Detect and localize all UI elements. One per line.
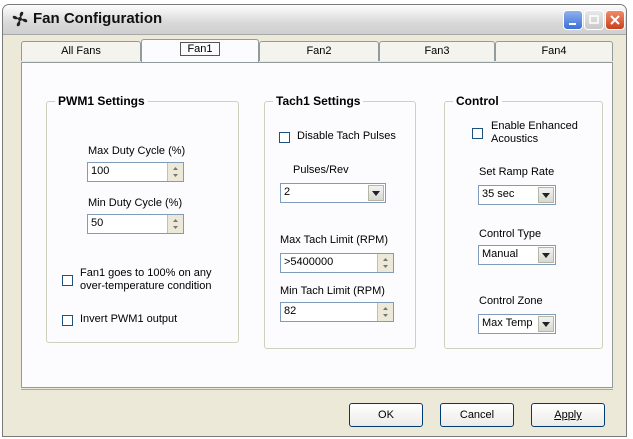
enhanced-acoustics-checkbox[interactable] <box>472 128 483 139</box>
chevron-down-icon[interactable] <box>538 316 554 332</box>
tab-label: Fan1 <box>180 42 220 56</box>
tab-label: All Fans <box>61 45 101 57</box>
tab-label: Fan2 <box>306 45 332 57</box>
max-duty-cycle-value: 100 <box>91 165 110 177</box>
min-tach-limit-value: 82 <box>284 305 297 317</box>
overtemp-label: Fan1 goes to 100% on any <box>80 267 212 279</box>
min-duty-cycle-spinner[interactable]: 50 <box>87 214 184 234</box>
title-bar[interactable]: Fan Configuration <box>3 5 626 35</box>
tab-all-fans[interactable]: All Fans <box>21 41 141 61</box>
spin-arrows-icon[interactable] <box>377 303 393 321</box>
tab-panel-fan1: PWM1 Settings Max Duty Cycle (%) 100 Min… <box>21 62 613 388</box>
invert-pwm-checkbox[interactable] <box>62 315 73 326</box>
maximize-button[interactable] <box>584 10 604 30</box>
divider <box>21 389 613 390</box>
control-zone-select[interactable]: Max Temp <box>478 314 556 334</box>
minimize-icon <box>569 23 576 25</box>
maximize-icon <box>589 15 599 24</box>
control-group: Control Enable Enhanced Acoustics Set Ra… <box>444 94 603 349</box>
apply-button[interactable]: Apply <box>531 403 605 427</box>
tach-settings-title: Tach1 Settings <box>273 94 364 108</box>
disable-tach-checkbox[interactable] <box>279 132 290 143</box>
max-duty-cycle-label: Max Duty Cycle (%) <box>88 145 186 157</box>
tab-strip: All Fans Fan1 Fan2 Fan3 Fan4 <box>21 39 613 63</box>
spin-arrows-icon[interactable] <box>167 163 183 181</box>
fan-configuration-window: Fan Configuration All Fans Fan1 Fan2 Fan… <box>2 4 627 437</box>
pwm-settings-title: PWM1 Settings <box>55 94 148 108</box>
tab-label: Fan3 <box>424 45 450 57</box>
max-tach-limit-label: Max Tach Limit (RPM) <box>280 234 388 246</box>
tab-fan1[interactable]: Fan1 <box>141 39 259 62</box>
chevron-down-icon[interactable] <box>368 185 384 201</box>
max-tach-limit-spinner[interactable]: >5400000 <box>280 253 394 273</box>
enhanced-acoustics-label: Enable Enhanced <box>491 120 578 132</box>
pwm-settings-group: PWM1 Settings Max Duty Cycle (%) 100 Min… <box>46 94 239 343</box>
minimize-button[interactable] <box>563 10 583 30</box>
control-type-value: Manual <box>482 248 519 260</box>
close-button[interactable] <box>605 10 625 30</box>
close-icon <box>610 15 620 25</box>
fan-icon <box>12 11 28 27</box>
tab-fan3[interactable]: Fan3 <box>379 41 495 61</box>
tach-settings-group: Tach1 Settings Disable Tach Pulses Pulse… <box>264 94 416 349</box>
ramp-rate-label: Set Ramp Rate <box>479 166 555 178</box>
control-type-select[interactable]: Manual <box>478 245 556 265</box>
ok-button[interactable]: OK <box>349 403 423 427</box>
control-type-label: Control Type <box>479 228 542 240</box>
invert-pwm-label: Invert PWM1 output <box>80 313 178 325</box>
tab-fan4[interactable]: Fan4 <box>495 41 613 61</box>
button-bar: OK Cancel Apply <box>3 389 626 436</box>
overtemp-label-line2: over-temperature condition <box>80 280 212 292</box>
disable-tach-label: Disable Tach Pulses <box>297 130 396 142</box>
chevron-down-icon[interactable] <box>538 187 554 203</box>
control-zone-label: Control Zone <box>479 295 543 307</box>
spin-arrows-icon[interactable] <box>167 215 183 233</box>
pulses-rev-label: Pulses/Rev <box>293 164 349 176</box>
min-duty-cycle-label: Min Duty Cycle (%) <box>88 197 183 209</box>
min-tach-limit-spinner[interactable]: 82 <box>280 302 394 322</box>
pulses-rev-value: 2 <box>284 186 291 198</box>
pulses-rev-select[interactable]: 2 <box>280 183 386 203</box>
ramp-rate-select[interactable]: 35 sec <box>478 185 556 205</box>
min-duty-cycle-value: 50 <box>91 217 104 229</box>
cancel-button[interactable]: Cancel <box>440 403 514 427</box>
window-title: Fan Configuration <box>33 10 163 27</box>
tab-label: Fan4 <box>541 45 567 57</box>
tab-fan2[interactable]: Fan2 <box>259 41 379 61</box>
control-zone-value: Max Temp <box>482 317 533 329</box>
overtemp-checkbox[interactable] <box>62 275 73 286</box>
max-duty-cycle-spinner[interactable]: 100 <box>87 162 184 182</box>
spin-arrows-icon[interactable] <box>377 254 393 272</box>
max-tach-limit-value: >5400000 <box>284 256 334 268</box>
ramp-rate-value: 35 sec <box>482 188 515 200</box>
enhanced-acoustics-label-line2: Acoustics <box>491 133 539 145</box>
chevron-down-icon[interactable] <box>538 247 554 263</box>
min-tach-limit-label: Min Tach Limit (RPM) <box>280 285 385 297</box>
control-title: Control <box>453 94 502 108</box>
